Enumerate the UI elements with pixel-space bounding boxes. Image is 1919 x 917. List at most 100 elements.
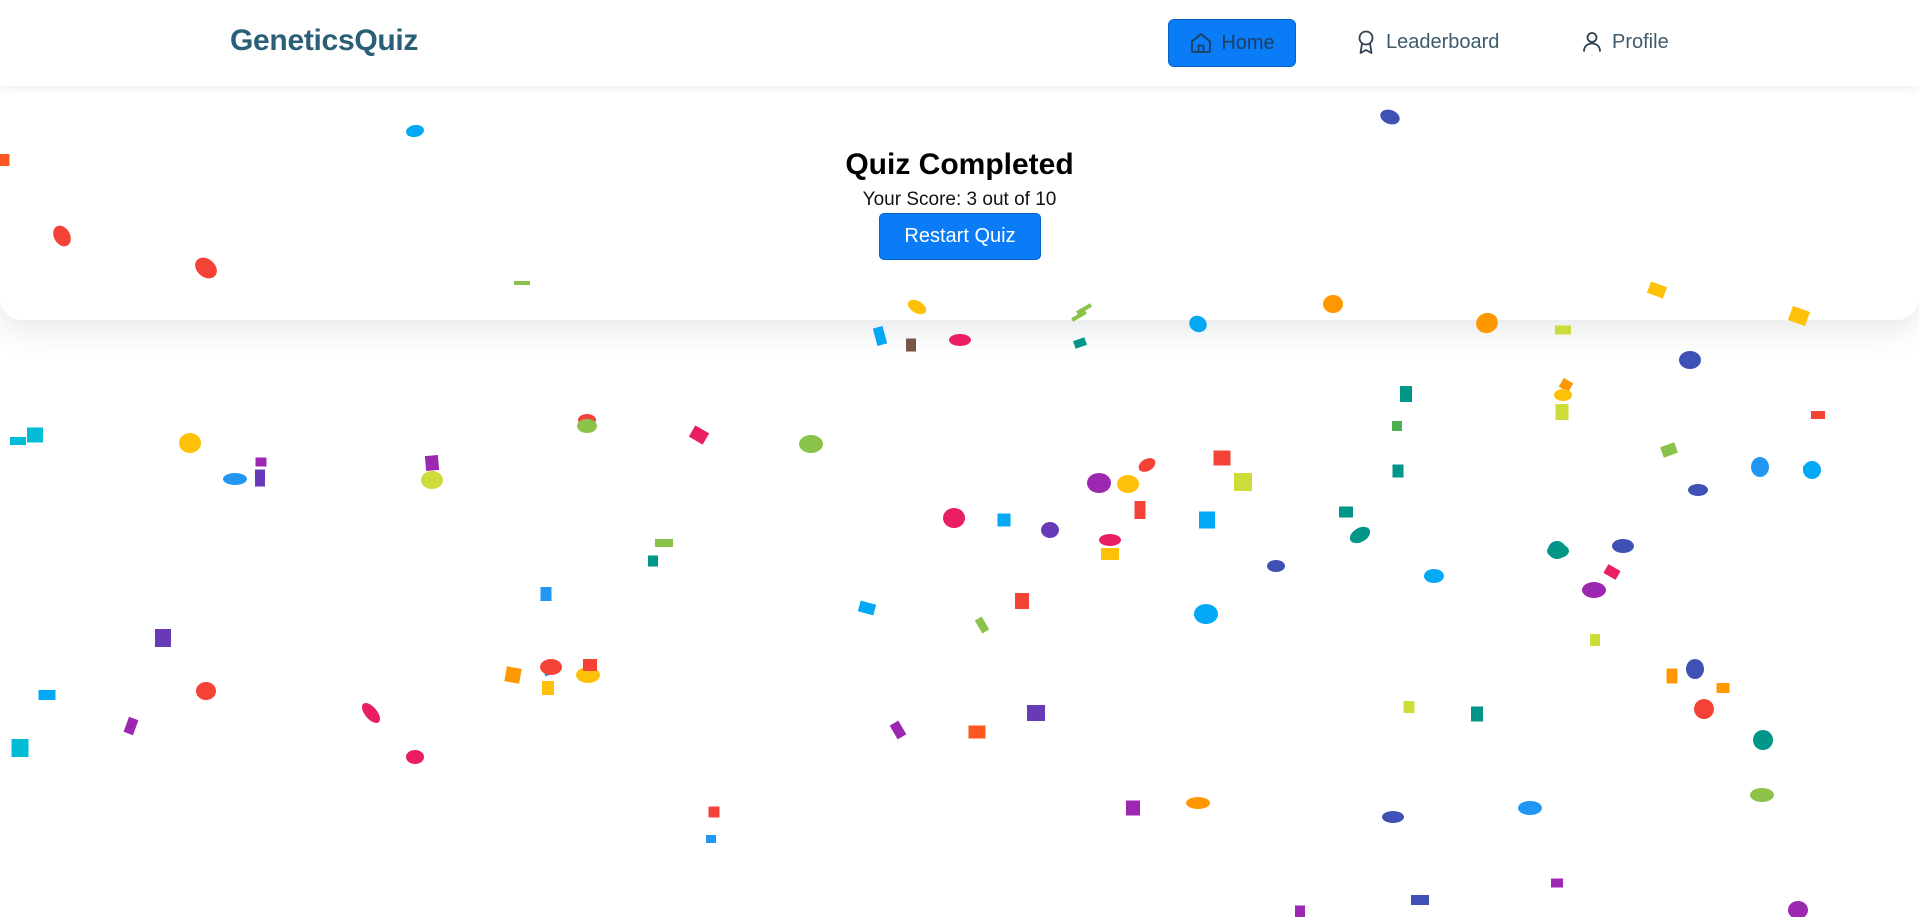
confetti-piece — [1558, 377, 1574, 393]
confetti-piece — [542, 681, 554, 695]
confetti-piece — [1548, 541, 1566, 559]
confetti-piece — [1603, 564, 1621, 580]
confetti-piece — [38, 690, 56, 700]
confetti-piece — [706, 835, 716, 843]
quiz-result-card: Quiz Completed Your Score: 3 out of 10 R… — [0, 86, 1919, 320]
confetti-piece — [504, 666, 522, 684]
confetti-piece — [578, 414, 596, 426]
confetti-piece — [15, 741, 29, 755]
brand-logo[interactable]: GeneticsQuiz — [230, 24, 418, 58]
confetti-piece — [179, 433, 201, 453]
confetti-piece — [1666, 668, 1678, 684]
confetti-piece — [906, 338, 916, 352]
confetti-piece — [949, 334, 971, 346]
confetti-piece — [889, 720, 907, 740]
confetti-piece — [1101, 548, 1119, 560]
confetti-piece — [1392, 421, 1402, 431]
confetti-piece — [1267, 560, 1285, 572]
nav-home-label: Home — [1221, 31, 1275, 54]
confetti-piece — [1753, 730, 1773, 750]
confetti-piece — [1339, 506, 1353, 518]
confetti-piece — [540, 659, 562, 675]
confetti-piece — [223, 473, 247, 485]
confetti-piece — [1612, 539, 1634, 553]
confetti-piece — [1555, 404, 1569, 420]
confetti-piece — [196, 682, 216, 700]
confetti-piece — [688, 425, 710, 445]
confetti-piece — [1015, 593, 1029, 609]
score-text: Your Score: 3 out of 10 — [862, 189, 1057, 210]
confetti-piece — [1117, 475, 1139, 493]
confetti-piece — [997, 513, 1011, 527]
confetti-piece — [1199, 511, 1215, 529]
confetti-piece — [1555, 325, 1571, 335]
confetti-piece — [1803, 461, 1821, 479]
confetti-piece — [1803, 466, 1819, 470]
confetti-piece — [1518, 801, 1542, 815]
confetti-piece — [1811, 411, 1825, 419]
confetti-piece — [540, 587, 552, 601]
confetti-piece — [1213, 450, 1231, 466]
confetti-piece — [1590, 634, 1600, 646]
confetti-piece — [1688, 484, 1708, 496]
confetti-piece — [10, 437, 26, 445]
confetti-piece — [974, 616, 990, 634]
confetti-piece — [708, 806, 720, 818]
confetti-piece — [406, 750, 424, 764]
confetti-piece — [255, 469, 265, 487]
confetti-piece — [1679, 351, 1701, 369]
home-icon — [1189, 31, 1213, 55]
confetti-piece — [1099, 534, 1121, 546]
confetti-piece — [1403, 701, 1415, 713]
confetti-piece — [1551, 878, 1563, 888]
result-title: Quiz Completed — [845, 148, 1074, 181]
award-ribbon-icon — [1354, 29, 1378, 55]
confetti-piece — [362, 703, 380, 723]
confetti-piece — [123, 716, 139, 736]
confetti-piece — [1400, 386, 1412, 402]
confetti-piece — [542, 663, 558, 677]
nav-home-button[interactable]: Home — [1168, 19, 1296, 67]
confetti-piece — [1424, 569, 1444, 583]
nav-leaderboard-link[interactable]: Leaderboard — [1354, 19, 1499, 65]
confetti-piece — [1392, 464, 1404, 478]
confetti-piece — [1234, 473, 1252, 491]
confetti-piece — [1186, 797, 1210, 809]
confetti-piece — [1382, 811, 1404, 823]
nav-profile-link[interactable]: Profile — [1580, 19, 1669, 65]
confetti-piece — [1194, 604, 1218, 624]
confetti-piece — [857, 600, 877, 616]
confetti-piece — [1349, 526, 1371, 544]
confetti-piece — [576, 667, 600, 683]
confetti-piece — [255, 457, 267, 467]
confetti-piece — [968, 725, 986, 739]
user-icon — [1580, 30, 1604, 54]
confetti-piece — [1547, 544, 1569, 558]
confetti-piece — [1686, 659, 1704, 679]
confetti-piece — [1072, 337, 1088, 349]
confetti-piece — [1138, 458, 1156, 472]
top-navbar: GeneticsQuiz Home Leaderboard Profile — [0, 0, 1919, 86]
confetti-piece — [648, 555, 658, 567]
confetti-piece — [577, 419, 597, 433]
confetti-piece — [424, 454, 440, 472]
confetti-piece — [1411, 895, 1429, 905]
confetti-piece — [1471, 706, 1483, 722]
confetti-piece — [1041, 522, 1059, 538]
confetti-piece — [1087, 473, 1111, 493]
confetti-piece — [421, 471, 443, 489]
confetti-piece — [1751, 457, 1769, 477]
confetti-piece — [1134, 501, 1146, 519]
confetti-piece — [655, 539, 673, 547]
confetti-piece — [27, 427, 43, 443]
confetti-piece — [1295, 905, 1305, 917]
confetti-piece — [1027, 705, 1045, 721]
confetti-piece — [1716, 683, 1730, 693]
confetti-piece — [11, 739, 29, 757]
confetti-piece — [1750, 788, 1774, 802]
confetti-piece — [1554, 389, 1572, 401]
restart-quiz-button[interactable]: Restart Quiz — [879, 213, 1041, 260]
confetti-piece — [583, 659, 597, 671]
confetti-piece — [1126, 800, 1140, 816]
confetti-piece — [799, 435, 823, 453]
